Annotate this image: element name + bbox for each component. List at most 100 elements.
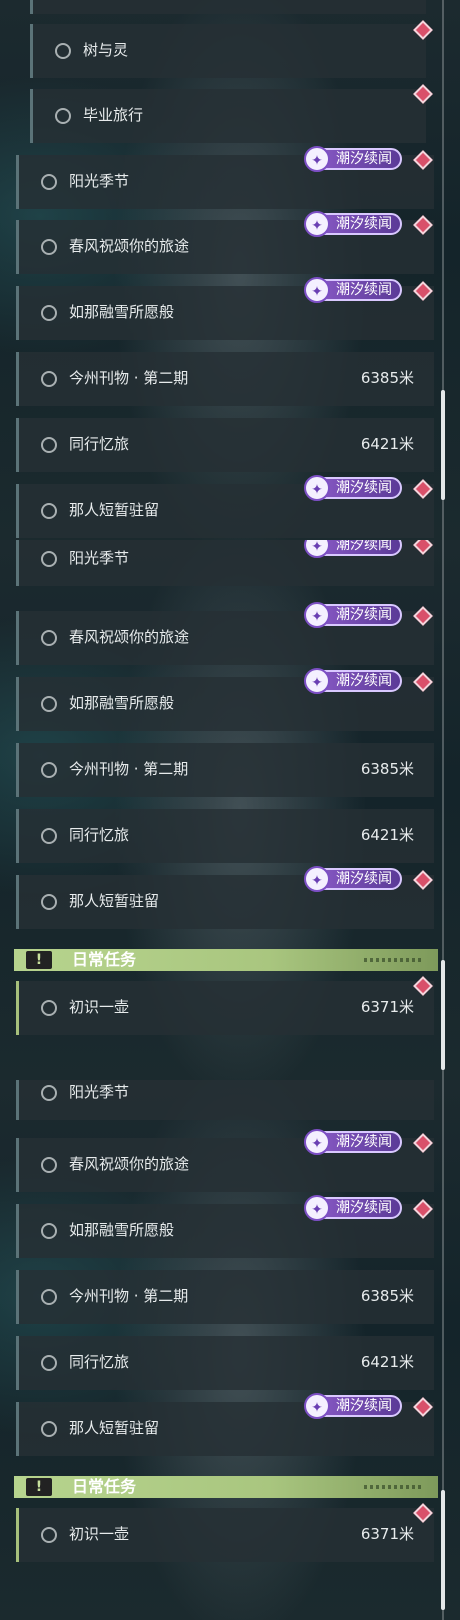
radio-icon: [41, 1289, 57, 1305]
radio-icon: [41, 305, 57, 321]
quest-label: 初识一壶: [69, 1525, 130, 1543]
radio-icon: [41, 1421, 57, 1437]
sparkle-icon: ✦: [304, 668, 330, 694]
daily-quests-header[interactable]: ! 日常任务: [14, 949, 438, 971]
sparkle-icon: ✦: [304, 602, 330, 628]
sparkle-icon: ✦: [304, 277, 330, 303]
tide-news-badge: ✦ 潮汐续闻: [304, 602, 402, 628]
distance-label: 6385米: [360, 369, 414, 387]
quest-label: 今州刊物 · 第二期: [69, 1287, 189, 1305]
sparkle-icon: ✦: [304, 475, 330, 501]
sparkle-icon: ✦: [304, 1129, 330, 1155]
quest-list-panel-3: 阳光季节 春风祝颂你的旅途 如那融雪所愿般 今州刊物 · 第二期 6385米 同…: [0, 1080, 460, 1620]
quest-label: 如那融雪所愿般: [69, 303, 175, 321]
quest-list-panel-2: 阳光季节 春风祝颂你的旅途 如那融雪所愿般 今州刊物 · 第二期 6385米 同…: [0, 540, 460, 1080]
radio-icon: [41, 894, 57, 910]
quest-label: 今州刊物 · 第二期: [69, 760, 189, 778]
radio-icon: [41, 371, 57, 387]
radio-icon: [41, 696, 57, 712]
scrollbar-thumb[interactable]: [441, 1490, 445, 1610]
quest-row[interactable]: 今州刊物 · 第二期 6385米: [16, 1270, 434, 1324]
quest-label: 初识一壶: [69, 998, 130, 1016]
sparkle-icon: ✦: [304, 146, 330, 172]
quest-row[interactable]: 同行忆旅 6421米: [16, 418, 434, 472]
section-title: 日常任务: [72, 1477, 137, 1496]
radio-icon: [41, 1527, 57, 1543]
quest-label: 那人短暂驻留: [69, 892, 160, 910]
tide-news-badge: ✦ 潮汐续闻: [304, 668, 402, 694]
quest-row[interactable]: 同行忆旅 6421米: [16, 809, 434, 863]
distance-label: 6371米: [360, 998, 414, 1016]
quest-label: 毕业旅行: [83, 106, 144, 124]
tide-news-badge: ✦ 潮汐续闻: [304, 1129, 402, 1155]
radio-icon: [41, 1223, 57, 1239]
radio-icon: [41, 1000, 57, 1016]
quest-label: 阳光季节: [69, 1083, 130, 1101]
radio-icon: [41, 1085, 57, 1101]
quest-label: 春风祝颂你的旅途: [69, 628, 190, 646]
quest-label: 同行忆旅: [69, 826, 130, 844]
tide-news-badge: ✦ 潮汐续闻: [304, 475, 402, 501]
radio-icon: [41, 1355, 57, 1371]
tide-news-badge: ✦ 潮汐续闻: [304, 1393, 402, 1419]
quest-row[interactable]: 树与灵: [30, 24, 426, 78]
radio-icon: [55, 43, 71, 59]
scrollbar-thumb[interactable]: [441, 960, 445, 1070]
quest-row[interactable]: 阳光季节: [16, 1080, 434, 1120]
radio-icon: [41, 1157, 57, 1173]
radio-icon: [41, 239, 57, 255]
radio-icon: [41, 503, 57, 519]
scrollbar-track[interactable]: [441, 540, 445, 1080]
radio-icon: [41, 762, 57, 778]
quest-label: 春风祝颂你的旅途: [69, 1155, 190, 1173]
exclamation-icon: !: [26, 951, 52, 969]
tide-news-badge: ✦ 潮汐续闻: [304, 146, 402, 172]
radio-icon: [41, 551, 57, 567]
quest-label: 同行忆旅: [69, 435, 130, 453]
quest-label: 那人短暂驻留: [69, 1419, 160, 1437]
scrollbar-track[interactable]: [441, 1080, 445, 1620]
tide-news-badge: ✦ 潮汐续闻: [304, 540, 402, 558]
sparkle-icon: ✦: [304, 1195, 330, 1221]
quest-row[interactable]: 今州刊物 · 第二期 6385米: [16, 743, 434, 797]
quest-label: 阳光季节: [69, 172, 130, 190]
tide-news-badge: ✦ 潮汐续闻: [304, 1195, 402, 1221]
quest-list-panel-1: 树与灵 毕业旅行 阳光季节 春风祝颂你的旅途 如那融雪所愿般 今州刊物 · 第二…: [0, 0, 460, 540]
sparkle-icon: ✦: [304, 211, 330, 237]
tide-news-badge: ✦ 潮汐续闻: [304, 211, 402, 237]
radio-icon: [55, 108, 71, 124]
quest-label: 那人短暂驻留: [69, 501, 160, 519]
radio-icon: [41, 437, 57, 453]
distance-label: 6385米: [360, 760, 414, 778]
radio-icon: [41, 828, 57, 844]
quest-label: 同行忆旅: [69, 1353, 130, 1371]
quest-label: 春风祝颂你的旅途: [69, 237, 190, 255]
exclamation-icon: !: [26, 1478, 52, 1496]
quest-row[interactable]: 今州刊物 · 第二期 6385米: [16, 352, 434, 406]
distance-label: 6385米: [360, 1287, 414, 1305]
section-title: 日常任务: [72, 950, 137, 969]
header-decoration: [364, 958, 424, 962]
daily-quest-row[interactable]: 初识一壶 6371米: [16, 981, 434, 1035]
sparkle-icon: ✦: [304, 1393, 330, 1419]
quest-label: 树与灵: [83, 41, 129, 59]
daily-quests-header[interactable]: ! 日常任务: [14, 1476, 438, 1498]
quest-row[interactable]: 同行忆旅 6421米: [16, 1336, 434, 1390]
quest-label: 如那融雪所愿般: [69, 1221, 175, 1239]
scrollbar-thumb[interactable]: [441, 390, 445, 500]
radio-icon: [41, 174, 57, 190]
quest-label: 如那融雪所愿般: [69, 694, 175, 712]
header-decoration: [364, 1485, 424, 1489]
distance-label: 6371米: [360, 1525, 414, 1543]
scrollbar-track[interactable]: [441, 0, 445, 540]
tide-news-badge: ✦ 潮汐续闻: [304, 866, 402, 892]
quest-row[interactable]: 毕业旅行: [30, 89, 426, 143]
distance-label: 6421米: [360, 1353, 414, 1371]
distance-label: 6421米: [360, 826, 414, 844]
tide-news-badge: ✦ 潮汐续闻: [304, 277, 402, 303]
radio-icon: [41, 630, 57, 646]
quest-label: 今州刊物 · 第二期: [69, 369, 189, 387]
quest-row-top-partial[interactable]: [30, 0, 426, 14]
quest-label: 阳光季节: [69, 549, 130, 567]
daily-quest-row[interactable]: 初识一壶 6371米: [16, 1508, 434, 1562]
